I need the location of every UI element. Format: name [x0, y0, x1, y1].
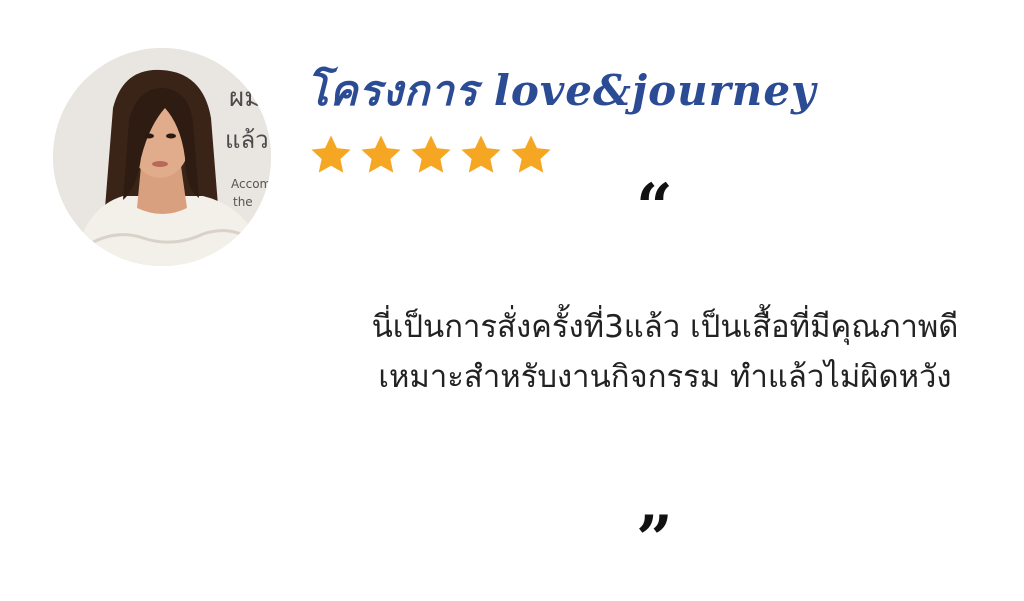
- svg-text:แล้ว: แล้ว: [225, 126, 269, 154]
- star-rating: [308, 132, 554, 178]
- star-icon: [511, 135, 551, 173]
- close-quote-icon: ”: [636, 502, 673, 577]
- review-line: เหมาะสำหรับงานกิจกรรม ทำแล้วไม่ผิดหวัง: [378, 359, 952, 395]
- review-text: นี่เป็นการสั่งครั้งที่3แล้ว เป็นเสื้อที่…: [330, 302, 1000, 402]
- customer-photo: ผม แล้ว Accom the: [53, 48, 271, 266]
- star-icon: [411, 135, 451, 173]
- open-quote-icon: “: [636, 170, 673, 245]
- star-icon: [361, 135, 401, 173]
- svg-text:ผม: ผม: [229, 83, 261, 113]
- customer-avatar: ผม แล้ว Accom the: [53, 48, 271, 266]
- svg-text:the: the: [233, 195, 253, 209]
- star-icon: [461, 135, 501, 173]
- project-title: โครงการ love&journey: [306, 66, 817, 115]
- star-icon: [311, 135, 351, 173]
- svg-text:Accom: Accom: [231, 177, 271, 191]
- review-line: นี่เป็นการสั่งครั้งที่3แล้ว เป็นเสื้อที่…: [371, 309, 959, 345]
